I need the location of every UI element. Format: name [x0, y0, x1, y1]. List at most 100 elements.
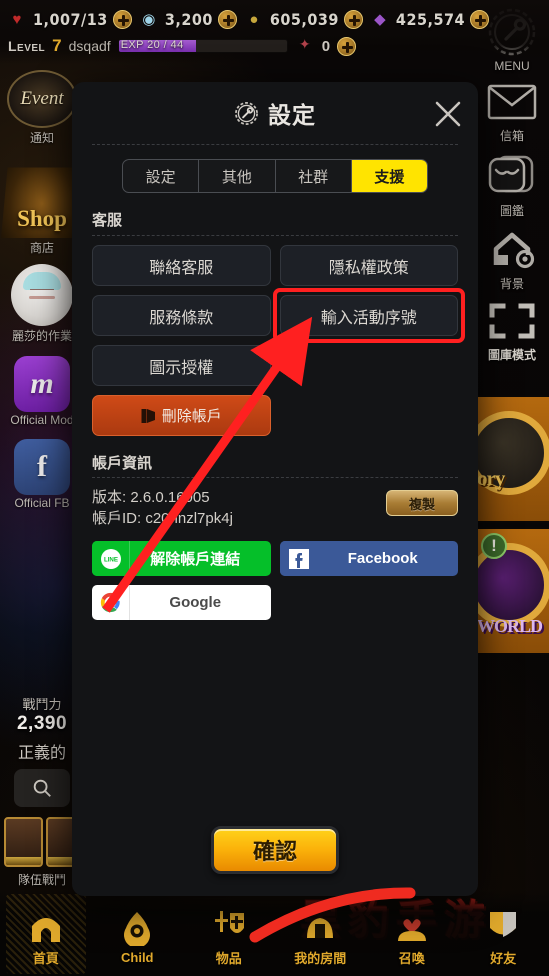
dialog-tabs: 設定 其他 社群 支援 — [122, 159, 428, 193]
fullscreen-icon — [489, 303, 535, 339]
sidebar-item-gallery-mode-label: 圖庫模式 — [487, 348, 536, 362]
google-link-label: Google — [169, 594, 222, 611]
shop-chest-icon: Shop — [1, 167, 83, 238]
mail-icon — [487, 84, 537, 120]
facebook-link-button[interactable]: Facebook — [279, 541, 458, 576]
sidebar-item-background[interactable]: 背景 — [475, 229, 549, 292]
currency-crystal[interactable]: ◆ 425,574 — [369, 9, 489, 29]
coin-stack-icon: ● — [249, 10, 259, 28]
currency-row: ♥ 1,007/13 ◉ 3,200 ● 605,039 ◆ 425,574 — [6, 5, 489, 33]
account-info-lines: 版本: 2.6.0.16005 帳戶ID: c20nnzl7pk4j 複製 — [72, 478, 478, 529]
summon-hand-heart-icon — [391, 907, 433, 945]
facebook-icon — [279, 541, 318, 576]
tab-support[interactable]: 支援 — [351, 160, 427, 192]
add-gem-button[interactable] — [217, 9, 237, 29]
sidebar-item-collection[interactable]: 圖鑑 — [475, 154, 549, 219]
nav-item-my-room[interactable]: 我的房間 — [275, 890, 367, 976]
contact-support-button[interactable]: 聯絡客服 — [92, 245, 271, 286]
banner-world-word: WORLD — [477, 616, 543, 636]
banner-story[interactable]: ory — [475, 395, 549, 523]
level-row: Level 7 dsqadf EXP 20 / 44 ✦ 0 — [8, 33, 357, 59]
tab-community[interactable]: 社群 — [276, 160, 352, 192]
hero-card[interactable] — [4, 817, 43, 867]
close-button[interactable] — [432, 98, 464, 130]
character-portrait-icon — [11, 264, 73, 326]
crystal-icon: ◆ — [374, 10, 386, 28]
add-crystal-button[interactable] — [469, 9, 489, 29]
home-gate-icon — [25, 907, 67, 945]
top-status-bar: ♥ 1,007/13 ◉ 3,200 ● 605,039 ◆ 425,574 L… — [0, 0, 549, 64]
gear-wrench-icon — [235, 101, 258, 125]
dialog-title-group: 設定 — [234, 96, 316, 130]
fb-icon-text: f — [37, 450, 47, 483]
confirm-button[interactable]: 確認 — [211, 826, 339, 874]
privacy-policy-button[interactable]: 隱私權政策 — [279, 245, 458, 286]
official-mod-icon: m — [14, 356, 70, 412]
nav-item-home[interactable]: 首頁 — [0, 890, 92, 976]
facebook-link-label: Facebook — [347, 550, 418, 567]
search-button[interactable] — [14, 769, 70, 807]
sidebar-item-mailbox[interactable]: 信箱 — [475, 83, 549, 144]
banner-world[interactable]: ! WORLD — [475, 527, 549, 655]
dialog-header: 設定 — [72, 82, 478, 144]
sidebar-item-collection-label: 圖鑑 — [499, 204, 524, 218]
nav-item-summon-label: 召喚 — [398, 951, 425, 966]
google-icon — [92, 585, 130, 620]
confirm-row: 確認 — [72, 826, 478, 874]
nav-item-child-label: Child — [121, 950, 154, 965]
right-sidebar: MENU 信箱 圖鑑 背景 圖庫模式 ory ! WORLD — [475, 6, 549, 659]
delete-account-row: 刪除帳戶 — [72, 386, 478, 436]
nav-item-items[interactable]: 物品 — [183, 890, 275, 976]
search-icon — [33, 779, 51, 797]
extra-currency-value: 0 — [321, 37, 331, 55]
book-collection-icon — [488, 155, 534, 193]
account-info-section-title: 帳戶資訊 — [92, 455, 153, 472]
page-title: 設定 — [268, 102, 316, 128]
add-coin-button[interactable] — [343, 9, 363, 29]
banner-story-word: ory — [477, 466, 505, 490]
mod-icon-text: m — [30, 367, 54, 400]
tab-settings[interactable]: 設定 — [123, 160, 200, 192]
currency-gem[interactable]: ◉ 3,200 — [138, 9, 237, 29]
line-unlink-label: 解除帳戶連結 — [150, 551, 241, 568]
sidebar-item-mailbox-label: 信箱 — [499, 129, 524, 143]
social-link-buttons: LINE 解除帳戶連結 Facebook Google — [72, 529, 478, 620]
official-facebook-icon: f — [14, 439, 70, 495]
nav-item-friends[interactable]: 好友 — [458, 890, 549, 976]
add-heart-button[interactable] — [112, 9, 132, 29]
coupon-code-highlight: 輸入活動序號 — [272, 288, 465, 343]
spark-icon: ✦ — [298, 36, 311, 52]
tab-others[interactable]: 其他 — [199, 160, 276, 192]
currency-gem-value: 3,200 — [164, 9, 213, 29]
trash-icon — [141, 408, 155, 423]
sidebar-item-gallery-mode[interactable]: 圖庫模式 — [475, 302, 549, 363]
nav-item-home-label: 首頁 — [32, 951, 59, 966]
settings-dialog: 設定 設定 其他 社群 支援 客服 聯絡客服 隱私權政策 服務條款 輸入活動序號… — [72, 82, 478, 896]
currency-crystal-value: 425,574 — [395, 9, 465, 29]
customer-service-section-title: 客服 — [92, 212, 123, 229]
delete-account-button[interactable]: 刪除帳戶 — [92, 395, 271, 436]
event-banner-icon: Event — [7, 70, 77, 128]
exp-progress-bar: EXP 20 / 44 — [117, 39, 288, 53]
terms-of-service-button[interactable]: 服務條款 — [92, 295, 271, 336]
game-screen: ♥ 1,007/13 ◉ 3,200 ● 605,039 ◆ 425,574 L… — [0, 0, 549, 976]
line-unlink-button[interactable]: LINE 解除帳戶連結 — [92, 541, 271, 576]
copy-account-id-button[interactable]: 複製 — [386, 490, 458, 516]
nav-item-friends-label: 好友 — [490, 951, 517, 966]
icon-license-button[interactable]: 圖示授權 — [92, 345, 271, 386]
nav-item-items-label: 物品 — [215, 951, 242, 966]
nav-item-child[interactable]: Child — [92, 890, 184, 976]
event-icon-text: Event — [20, 88, 64, 109]
heart-icon: ♥ — [12, 10, 22, 28]
background-gear-icon — [493, 232, 535, 269]
currency-coin[interactable]: ● 605,039 — [243, 9, 363, 29]
sword-shield-icon — [208, 907, 250, 945]
add-extra-button[interactable] — [337, 36, 357, 56]
banner-world-badge: ! — [481, 533, 507, 559]
currency-heart[interactable]: ♥ 1,007/13 — [6, 9, 132, 29]
nav-item-summon[interactable]: 召喚 — [366, 890, 458, 976]
room-icon — [299, 907, 341, 945]
close-icon — [435, 101, 461, 127]
google-link-button[interactable]: Google — [92, 585, 271, 620]
enter-event-code-button[interactable]: 輸入活動序號 — [279, 295, 458, 336]
